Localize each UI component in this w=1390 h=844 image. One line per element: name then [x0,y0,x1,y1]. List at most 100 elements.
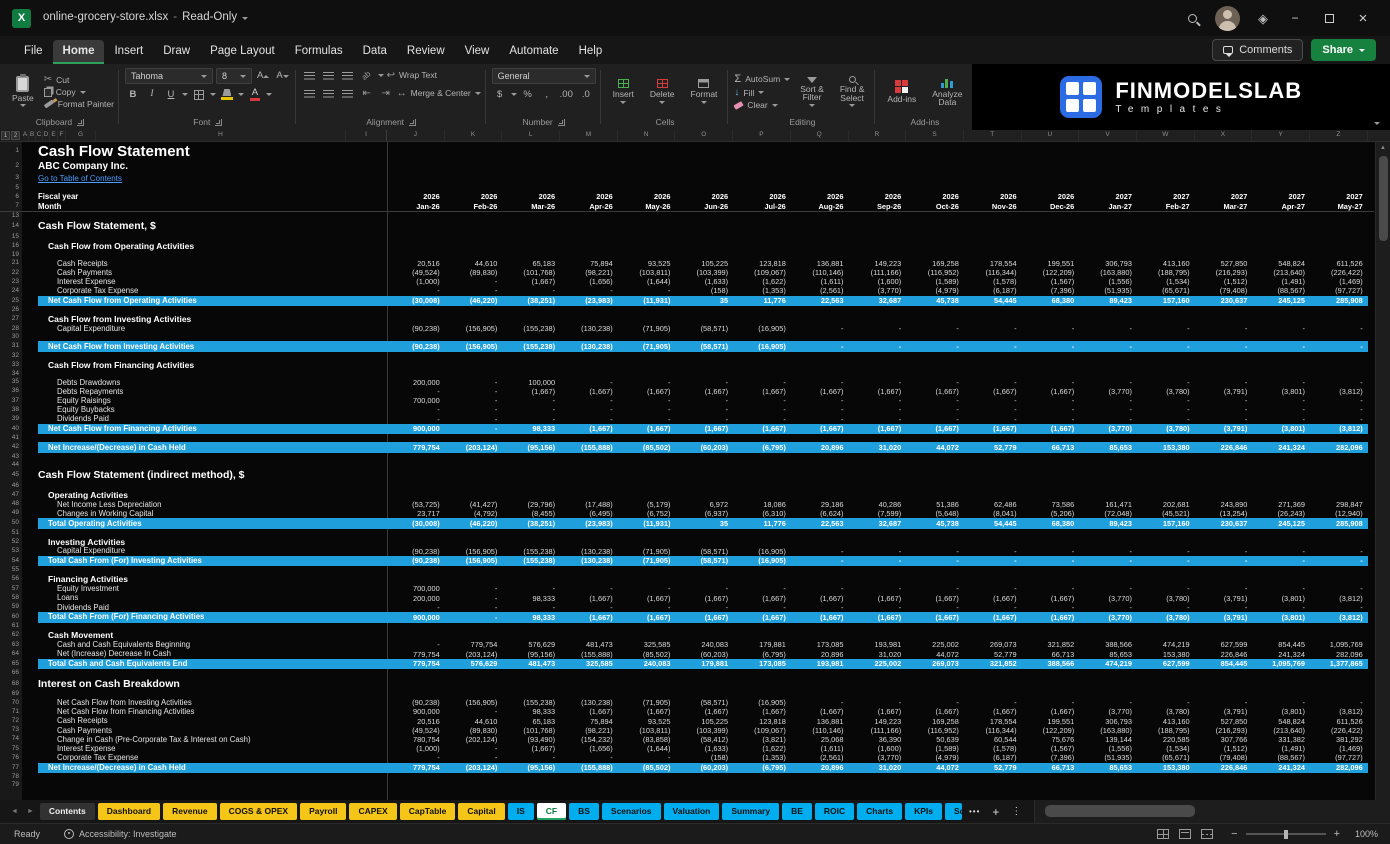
row-label[interactable] [38,212,387,220]
cell[interactable]: - [906,603,964,612]
cell[interactable]: - [502,396,560,405]
cell[interactable]: (158) [675,287,733,296]
cell[interactable]: (3,791) [1195,594,1253,603]
cell[interactable]: (1,667) [849,612,907,623]
row-label[interactable]: Operating Activities [38,490,387,500]
cell[interactable]: 2027 [1195,192,1253,202]
row-number[interactable]: 40 [0,424,22,435]
cell[interactable]: (88,567) [1252,754,1310,763]
cell[interactable]: 20,896 [791,442,849,453]
cell[interactable]: (154,232) [560,735,618,744]
row-label[interactable] [38,333,387,341]
row-number[interactable]: 5 [0,184,22,192]
cell[interactable]: (60,203) [675,763,733,774]
cell[interactable]: (122,209) [1022,268,1080,277]
row-number[interactable]: 30 [0,333,22,341]
cell[interactable]: 241,324 [1252,763,1310,774]
cell[interactable]: 139,144 [1079,735,1137,744]
cell[interactable]: (1,667) [906,612,964,623]
horizontal-scrollbar-thumb[interactable] [1045,805,1195,817]
menu-item-review[interactable]: Review [397,40,455,64]
cell[interactable]: - [675,603,733,612]
cell[interactable]: (1,578) [964,744,1022,753]
row-number[interactable]: 15 [0,233,22,241]
cell[interactable]: (85,502) [618,763,676,774]
cell[interactable]: 240,083 [675,641,733,650]
cell[interactable]: May-27 [1310,202,1368,211]
cell[interactable]: 321,852 [964,659,1022,670]
column-header-E[interactable]: E [50,130,58,141]
cell[interactable]: 700,000 [387,396,445,405]
row-label[interactable]: Net (Increase) Decrease In Cash [38,650,387,659]
cell[interactable]: - [387,415,445,424]
row-number[interactable]: 39 [0,415,22,424]
row-label[interactable]: Net Cash Flow from Financing Activities [38,708,387,717]
cell[interactable]: 527,850 [1195,259,1253,268]
cell[interactable]: (163,880) [1079,726,1137,735]
row-number[interactable]: 64 [0,650,22,659]
cell[interactable]: (85,502) [618,650,676,659]
cell[interactable]: - [1310,406,1368,415]
sheet-tab-capital[interactable]: Capital [458,803,504,820]
cell[interactable]: 282,096 [1310,763,1368,774]
cell[interactable]: 20,896 [791,763,849,774]
cell[interactable]: (45,521) [1137,509,1195,518]
cell[interactable]: (26,243) [1252,509,1310,518]
cell[interactable]: 1,377,865 [1310,659,1368,670]
cell[interactable]: (4,792) [445,509,503,518]
cell[interactable]: (83,858) [618,735,676,744]
cell[interactable]: - [849,341,907,352]
row-number[interactable]: 56 [0,574,22,584]
cell[interactable]: (3,780) [1137,594,1195,603]
cell[interactable]: Nov-26 [964,202,1022,211]
cell[interactable]: 548,824 [1252,259,1310,268]
cell[interactable]: 85,653 [1079,442,1137,453]
cell[interactable]: (1,611) [791,277,849,286]
cell[interactable]: - [1137,396,1195,405]
cell[interactable]: (49,524) [387,268,445,277]
cell[interactable]: (23,983) [560,518,618,529]
cell[interactable]: (216,293) [1195,726,1253,735]
row-label[interactable]: Capital Expenditure [38,547,387,556]
cell[interactable]: 413,160 [1137,259,1195,268]
cell[interactable]: (16,905) [733,698,791,707]
cell[interactable]: 271,369 [1252,500,1310,509]
cell[interactable]: - [1195,603,1253,612]
cell[interactable]: (90,238) [387,341,445,352]
cell[interactable]: - [618,415,676,424]
cell[interactable]: - [560,603,618,612]
cell[interactable]: 780,754 [387,735,445,744]
cell[interactable]: (1,611) [791,744,849,753]
row-number[interactable]: 16 [0,241,22,251]
cell[interactable]: (1,667) [1022,708,1080,717]
cell[interactable]: 51,386 [906,500,964,509]
row-number[interactable]: 1 [0,142,22,160]
cell[interactable]: (6,937) [675,509,733,518]
cell[interactable]: (188,795) [1137,726,1195,735]
cell[interactable]: 75,894 [560,717,618,726]
cell[interactable]: - [849,415,907,424]
row-number[interactable]: 72 [0,717,22,726]
cell[interactable]: - [675,378,733,387]
row-label[interactable]: Cash Flow Statement (indirect method), $ [38,469,387,482]
cell[interactable]: - [849,324,907,333]
cell[interactable]: 45,738 [906,296,964,307]
cell[interactable]: (1,667) [1022,594,1080,603]
sheet-tab-valuation[interactable]: Valuation [664,803,720,820]
cell[interactable]: - [560,396,618,405]
column-header-I[interactable]: I [346,130,387,141]
cell[interactable]: (60,203) [675,442,733,453]
sheet-tab-is[interactable]: IS [508,803,534,820]
cell[interactable]: 44,072 [906,442,964,453]
cell[interactable]: - [1252,556,1310,567]
cell[interactable]: Jul-26 [733,202,791,211]
tab-nav-left-button[interactable]: ◄ [8,808,21,815]
row-number[interactable]: 58 [0,594,22,603]
cell[interactable]: (130,238) [560,324,618,333]
column-header-W[interactable]: W [1137,130,1195,141]
title-chevron-down-icon[interactable] [242,17,248,20]
cell[interactable]: 199,551 [1022,259,1080,268]
cell[interactable]: (1,600) [849,277,907,286]
row-label[interactable] [38,434,387,442]
cell[interactable]: - [791,324,849,333]
